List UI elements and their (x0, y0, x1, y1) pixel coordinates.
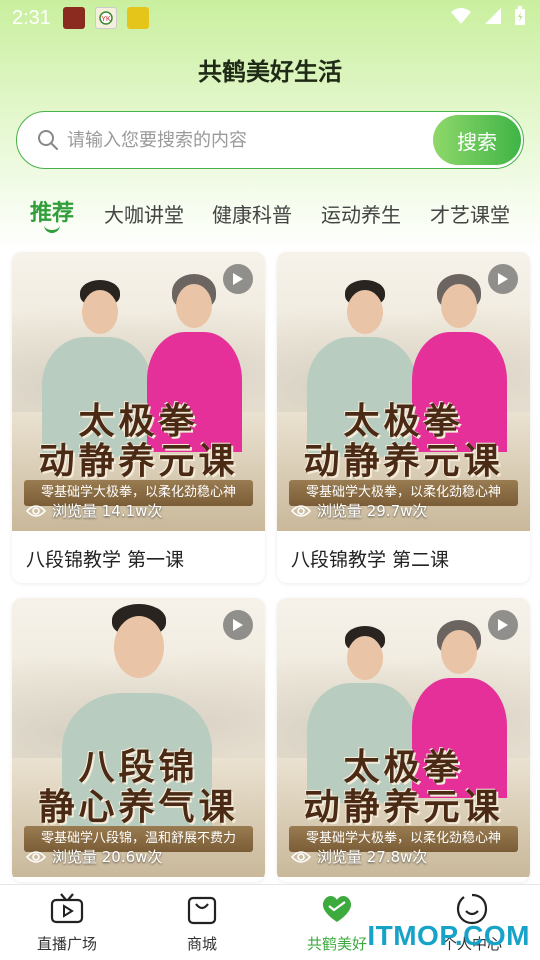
tab-recommend[interactable]: 推荐 (30, 195, 74, 227)
video-caption: 八段锦教学 第一课 (26, 549, 185, 571)
view-count: 浏览量 27.8w次 (291, 846, 427, 867)
notification-app-icon-3 (126, 7, 149, 29)
category-tabs: 推荐 大咖讲堂 健康科普 运动养生 才艺课堂 (0, 195, 540, 245)
play-button[interactable] (488, 610, 518, 640)
video-card[interactable]: 太极拳 动静养元课 零基础学大极拳，以柔化劲稳心神 浏览量 29.7w次 八段锦… (277, 252, 530, 583)
eye-icon (26, 504, 46, 517)
video-thumbnail: 太极拳 动静养元课 零基础学大极拳，以柔化劲稳心神 浏览量 14.1w次 (12, 252, 265, 531)
video-thumbnail: 太极拳 动静养元课 零基础学大极拳，以柔化劲稳心神 浏览量 27.8w次 (277, 598, 530, 877)
search-bar[interactable]: 搜索 (16, 111, 524, 169)
eye-icon (291, 850, 311, 863)
video-card[interactable]: 太极拳 动静养元课 零基础学大极拳，以柔化劲稳心神 浏览量 27.8w次 (277, 598, 530, 882)
nav-label: 商城 (186, 935, 217, 953)
tab-active-indicator (44, 225, 60, 233)
tab-talent-class[interactable]: 才艺课堂 (430, 199, 510, 228)
tv-icon (50, 893, 84, 924)
notification-app-icon-1 (62, 7, 85, 29)
search-button[interactable]: 搜索 (433, 115, 521, 165)
svg-text:YK: YK (101, 16, 111, 23)
video-card[interactable]: 太极拳 动静养元课 零基础学大极拳，以柔化劲稳心神 浏览量 14.1w次 八段锦… (12, 252, 265, 583)
play-icon (498, 619, 508, 631)
nav-mall[interactable]: 商城 (152, 893, 252, 954)
site-watermark: ITMOP.COM (367, 920, 530, 951)
notification-app-icon-2: YK (94, 7, 117, 29)
app-title: 共鹤美好生活 (198, 58, 342, 86)
video-card[interactable]: 八段锦 静心养气课 零基础学八段锦，温和舒展不费力 浏览量 20.6w次 (12, 598, 265, 882)
battery-icon (515, 6, 525, 25)
view-count: 浏览量 20.6w次 (26, 846, 162, 867)
play-icon (233, 619, 243, 631)
play-button[interactable] (223, 264, 253, 294)
wifi-icon (451, 8, 471, 24)
eye-icon (26, 850, 46, 863)
thumbnail-title-line2: 静心养气课 (38, 786, 239, 828)
nav-label: 直播广场 (36, 935, 97, 953)
video-caption: 八段锦教学 第二课 (291, 549, 450, 571)
thumbnail-title-line2: 动静养元课 (303, 440, 504, 482)
status-indicators (450, 6, 526, 26)
eye-icon (291, 504, 311, 517)
shopping-bag-icon (187, 896, 217, 925)
search-icon (38, 130, 58, 150)
tab-expert-lectures[interactable]: 大咖讲堂 (104, 199, 184, 228)
play-icon (233, 273, 243, 285)
tab-health-science[interactable]: 健康科普 (212, 199, 292, 228)
view-count: 浏览量 29.7w次 (291, 500, 427, 521)
heart-icon (322, 896, 352, 922)
status-time: 2:31 (12, 6, 51, 29)
view-count-label: 浏览量 20.6w次 (52, 848, 163, 866)
video-thumbnail: 太极拳 动静养元课 零基础学大极拳，以柔化劲稳心神 浏览量 29.7w次 (277, 252, 530, 531)
thumbnail-title-line2: 动静养元课 (303, 786, 504, 828)
view-count-label: 浏览量 29.7w次 (317, 502, 428, 520)
view-count-label: 浏览量 27.8w次 (317, 848, 428, 866)
play-icon (498, 273, 508, 285)
status-bar: 2:31 YK (0, 0, 540, 36)
thumbnail-title-line2: 动静养元课 (38, 440, 239, 482)
play-button[interactable] (223, 610, 253, 640)
view-count-label: 浏览量 14.1w次 (52, 502, 163, 520)
signal-icon (485, 8, 501, 24)
view-count: 浏览量 14.1w次 (26, 500, 162, 521)
nav-live-square[interactable]: 直播广场 (17, 893, 117, 954)
play-button[interactable] (488, 264, 518, 294)
video-thumbnail: 八段锦 静心养气课 零基础学八段锦，温和舒展不费力 浏览量 20.6w次 (12, 598, 265, 877)
search-input[interactable] (67, 126, 427, 154)
tab-exercise-wellness[interactable]: 运动养生 (321, 199, 401, 228)
